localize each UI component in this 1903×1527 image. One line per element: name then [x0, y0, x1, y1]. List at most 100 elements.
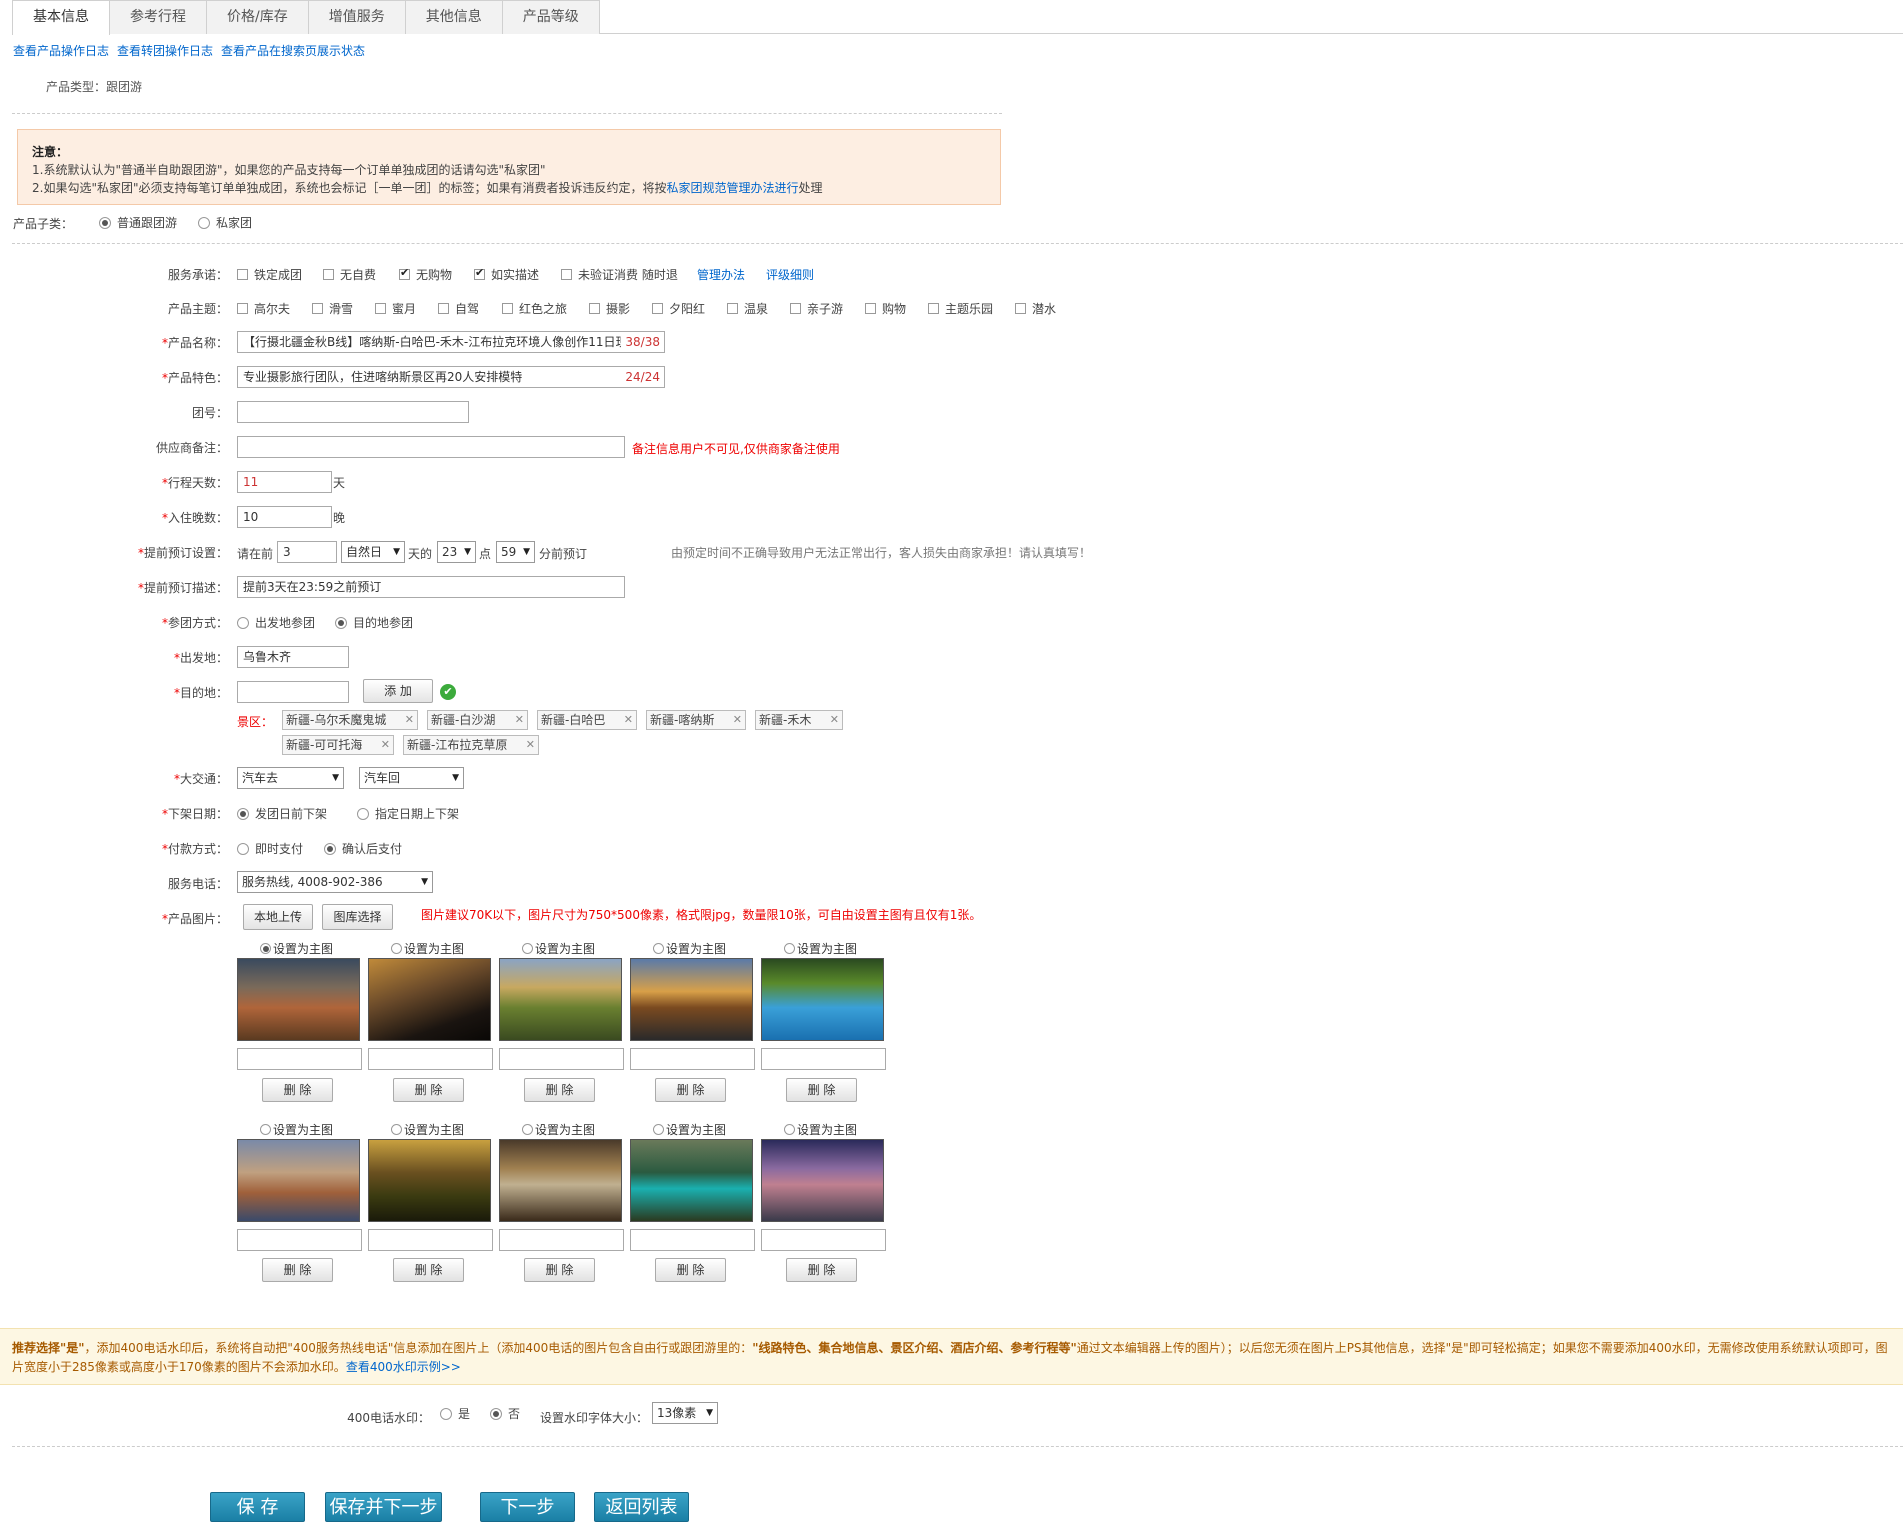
checkbox[interactable] [865, 303, 876, 314]
set-main-image-radio[interactable]: 设置为主图 [653, 940, 726, 957]
product-name-input[interactable]: 【行摄北疆金秋B线】喀纳斯-白哈巴-禾木-江布拉克环境人像创作11日现: 38/3… [237, 331, 665, 353]
radio[interactable] [335, 616, 347, 629]
set-main-image-radio[interactable]: 设置为主图 [391, 940, 464, 957]
product-image-thumbnail[interactable] [630, 1139, 753, 1222]
close-icon[interactable]: ✕ [515, 711, 524, 729]
service-guaranteed-checkbox[interactable]: 铁定成团 [237, 266, 302, 283]
offshelf-before-radio[interactable]: 发团日前下架 [237, 805, 327, 822]
theme-golf-checkbox[interactable]: 高尔夫 [237, 300, 290, 317]
product-image-thumbnail[interactable] [499, 1139, 622, 1222]
watermark-example-link[interactable]: 查看400水印示例>> [346, 1360, 461, 1374]
transport-back-select[interactable]: 汽车回 ▼ [359, 767, 464, 789]
product-image-thumbnail[interactable] [499, 958, 622, 1041]
subtype-normal-radio[interactable]: 普通跟团游 [99, 214, 177, 231]
set-main-image-radio[interactable]: 设置为主图 [784, 1121, 857, 1138]
private-tour-rules-link[interactable]: 私家团规范管理办法进行 [667, 181, 799, 195]
nights-input[interactable]: 10 [237, 506, 332, 528]
search-status-link[interactable]: 查看产品在搜索页展示状态 [221, 44, 365, 58]
checkbox[interactable] [652, 303, 663, 314]
join-departure-radio[interactable]: 出发地参团 [237, 614, 315, 631]
theme-family-checkbox[interactable]: 亲子游 [790, 300, 843, 317]
close-icon[interactable]: ✕ [526, 736, 535, 754]
checkbox[interactable] [438, 303, 449, 314]
checkbox[interactable] [790, 303, 801, 314]
image-caption-input[interactable] [237, 1229, 362, 1251]
transport-go-select[interactable]: 汽车去 ▼ [237, 767, 344, 789]
product-image-thumbnail[interactable] [237, 1139, 360, 1222]
tab-price-stock[interactable]: 价格/库存 [206, 0, 309, 34]
close-icon[interactable]: ✕ [381, 736, 390, 754]
close-icon[interactable]: ✕ [405, 711, 414, 729]
save-button[interactable]: 保 存 [210, 1492, 305, 1522]
checkbox[interactable] [589, 303, 600, 314]
delete-image-button[interactable]: 删 除 [262, 1078, 333, 1102]
set-main-image-radio[interactable]: 设置为主图 [260, 1121, 333, 1138]
image-caption-input[interactable] [630, 1229, 755, 1251]
close-icon[interactable]: ✕ [624, 711, 633, 729]
checkbox[interactable] [399, 266, 410, 280]
checkbox[interactable] [561, 269, 572, 280]
rating-rules-link[interactable]: 评级细则 [766, 266, 814, 283]
product-image-thumbnail[interactable] [368, 1139, 491, 1222]
close-icon[interactable]: ✕ [733, 711, 742, 729]
image-caption-input[interactable] [368, 1048, 493, 1070]
radio[interactable] [237, 616, 249, 629]
image-caption-input[interactable] [368, 1229, 493, 1251]
advance-desc-input[interactable]: 提前3天在23:59之前预订 [237, 576, 625, 598]
back-to-list-button[interactable]: 返回列表 [594, 1492, 689, 1522]
payment-confirm-radio[interactable]: 确认后支付 [324, 840, 402, 857]
checkbox[interactable] [375, 303, 386, 314]
checkbox[interactable] [928, 303, 939, 314]
local-upload-button[interactable]: 本地上传 [243, 904, 313, 930]
radio[interactable] [522, 943, 533, 954]
add-destination-button[interactable]: 添 加 [363, 679, 433, 703]
service-no-shopping-checkbox[interactable]: 无购物 [399, 266, 452, 283]
manage-rules-link[interactable]: 管理办法 [697, 266, 745, 283]
service-refund-checkbox[interactable]: 未验证消费 随时退 [561, 266, 678, 283]
tab-basic-info[interactable]: 基本信息 [12, 0, 110, 35]
supplier-note-input[interactable] [237, 436, 625, 458]
group-no-input[interactable] [237, 401, 469, 423]
theme-ski-checkbox[interactable]: 滑雪 [312, 300, 353, 317]
radio[interactable] [653, 1124, 664, 1135]
advance-minute-select[interactable]: 59 ▼ [496, 541, 535, 563]
delete-image-button[interactable]: 删 除 [262, 1258, 333, 1282]
image-caption-input[interactable] [499, 1048, 624, 1070]
save-next-button[interactable]: 保存并下一步 [325, 1492, 442, 1522]
subtype-private-radio[interactable]: 私家团 [198, 214, 252, 231]
delete-image-button[interactable]: 删 除 [393, 1078, 464, 1102]
advance-hour-select[interactable]: 23 ▼ [437, 541, 476, 563]
delete-image-button[interactable]: 删 除 [393, 1258, 464, 1282]
product-feature-input[interactable]: 专业摄影旅行团队，住进喀纳斯景区再20人安排模特 24/24 [237, 366, 665, 388]
phone-select[interactable]: 服务热线, 4008-902-386 ▼ [237, 871, 433, 893]
image-caption-input[interactable] [237, 1048, 362, 1070]
delete-image-button[interactable]: 删 除 [786, 1258, 857, 1282]
delete-image-button[interactable]: 删 除 [524, 1078, 595, 1102]
radio[interactable] [784, 1124, 795, 1135]
radio[interactable] [237, 807, 249, 820]
image-caption-input[interactable] [761, 1048, 886, 1070]
set-main-image-radio[interactable]: 设置为主图 [784, 940, 857, 957]
theme-red-tour-checkbox[interactable]: 红色之旅 [502, 300, 567, 317]
trip-days-input[interactable]: 11 [237, 471, 332, 493]
watermark-size-select[interactable]: 13像素 ▼ [652, 1402, 718, 1424]
radio[interactable] [440, 1407, 452, 1420]
checkbox[interactable] [727, 303, 738, 314]
radio[interactable] [237, 842, 249, 855]
theme-shopping-checkbox[interactable]: 购物 [865, 300, 906, 317]
delete-image-button[interactable]: 删 除 [655, 1078, 726, 1102]
product-image-thumbnail[interactable] [761, 1139, 884, 1222]
radio[interactable] [784, 943, 795, 954]
radio[interactable] [260, 1124, 271, 1135]
set-main-image-radio[interactable]: 设置为主图 [391, 1121, 464, 1138]
radio[interactable] [391, 1124, 402, 1135]
tab-reference-itinerary[interactable]: 参考行程 [109, 0, 207, 34]
radio[interactable] [324, 842, 336, 855]
advance-days-input[interactable]: 3 [277, 541, 337, 563]
theme-senior-checkbox[interactable]: 夕阳红 [652, 300, 705, 317]
tab-product-level[interactable]: 产品等级 [501, 0, 600, 34]
checkbox[interactable] [502, 303, 513, 314]
radio[interactable] [653, 943, 664, 954]
tab-value-added[interactable]: 增值服务 [307, 0, 406, 34]
radio[interactable] [198, 216, 210, 229]
